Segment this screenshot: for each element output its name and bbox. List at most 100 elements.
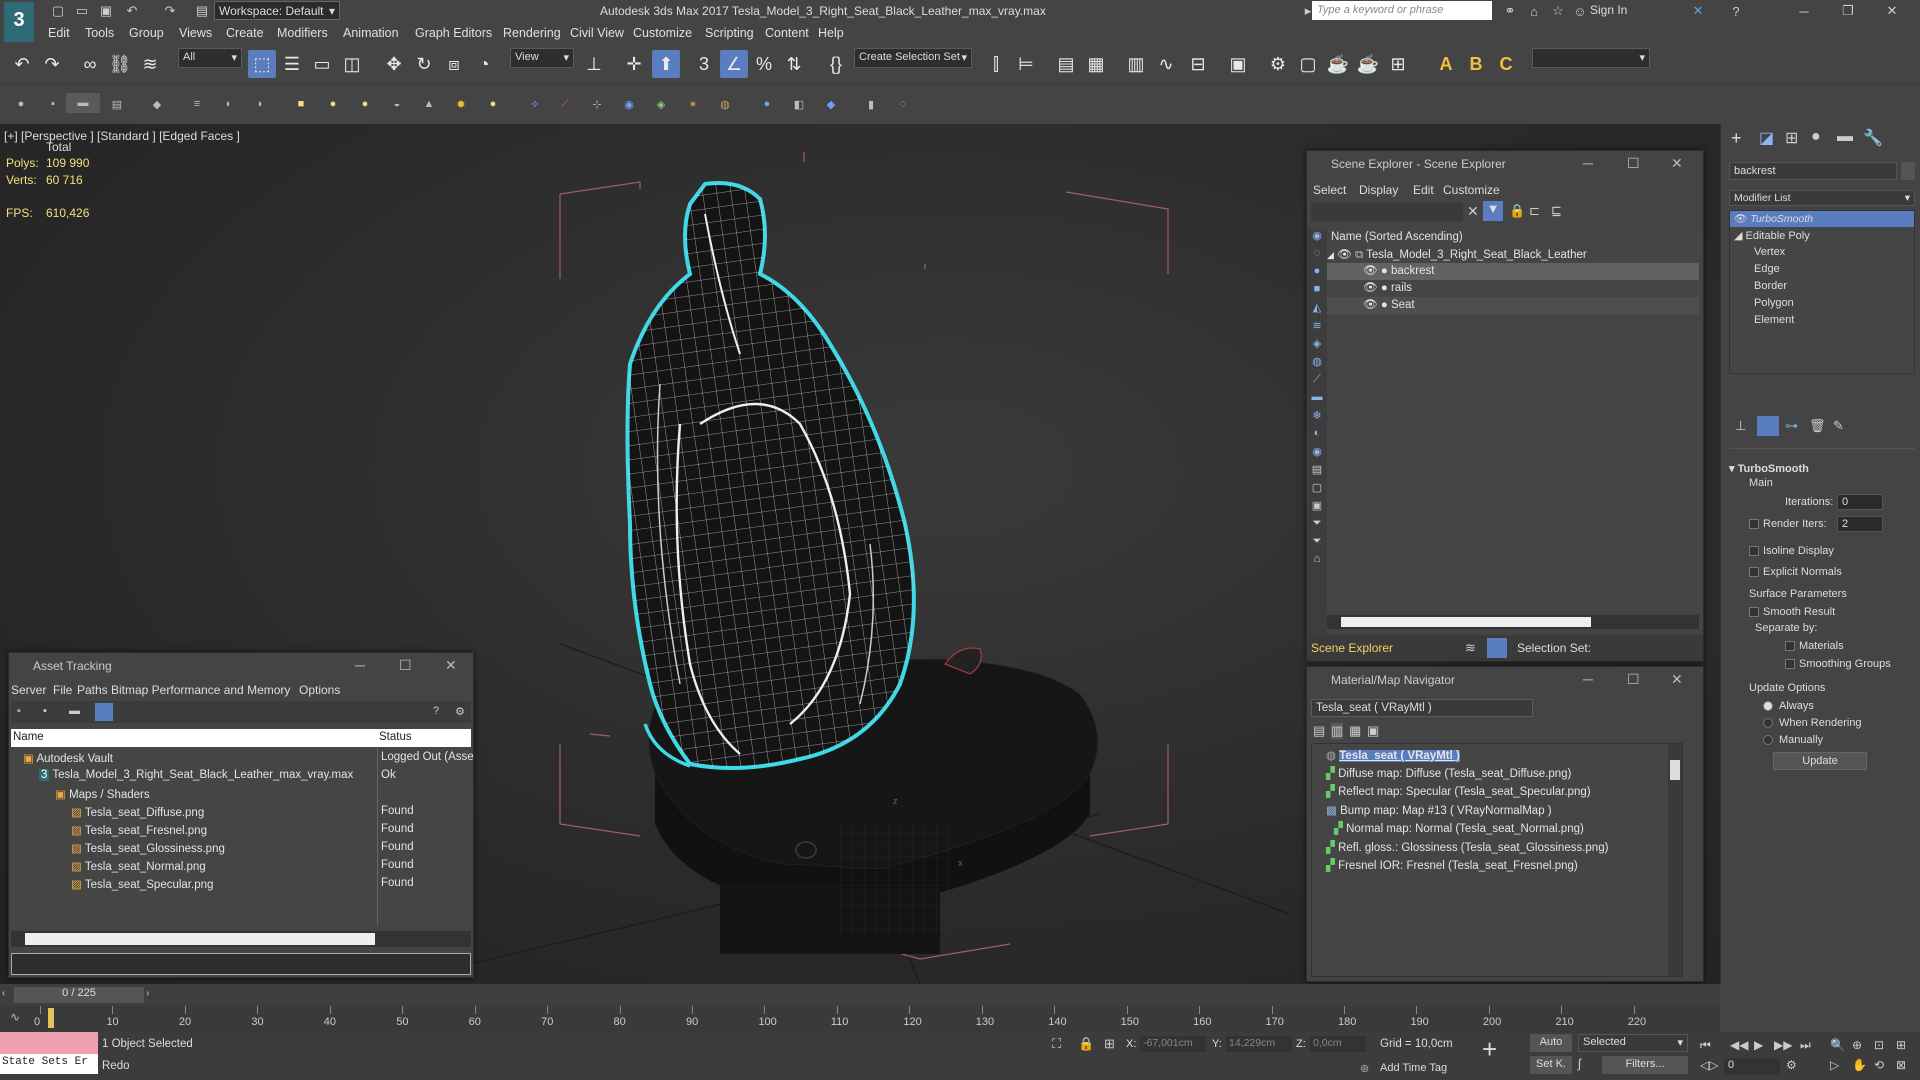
text-tool-c-icon[interactable]: C xyxy=(1492,50,1520,78)
list-view-icon[interactable]: ▤ xyxy=(1313,723,1325,739)
z-coordinate-field[interactable]: 0,0cm xyxy=(1310,1036,1366,1052)
table-view-icon[interactable] xyxy=(95,703,113,721)
time-configuration-icon[interactable]: ⚙ xyxy=(1786,1058,1797,1072)
bind-spacewarp-icon[interactable]: ≋ xyxy=(136,50,164,78)
object-color-swatch[interactable] xyxy=(1901,162,1915,180)
selection-filter-dropdown[interactable]: All ▾ xyxy=(178,48,242,68)
menu-tools[interactable]: Tools xyxy=(85,26,114,40)
time-slider[interactable]: ‹ 0 / 225 › xyxy=(0,984,1720,1006)
scrollbar-thumb[interactable] xyxy=(1341,617,1591,627)
frame-counter[interactable]: 0 / 225 xyxy=(14,987,144,1003)
snaps-toggle-icon[interactable]: 3 xyxy=(690,50,718,78)
horizontal-scrollbar[interactable] xyxy=(1327,615,1699,629)
material-navigator-title[interactable]: Material/Map Navigator xyxy=(1307,667,1703,693)
ribbon-tool-icon[interactable]: ≡ xyxy=(188,95,206,113)
text-tool-b-icon[interactable]: B xyxy=(1462,50,1490,78)
pan-view-icon[interactable]: ✋ xyxy=(1852,1058,1867,1072)
toggle-scene-explorer-icon[interactable]: ▤ xyxy=(1052,50,1080,78)
filter-lights-icon[interactable]: ● xyxy=(1307,265,1327,283)
table-row[interactable]: ▨ Tesla_seat_Fresnel.png xyxy=(71,823,207,837)
materials-checkbox[interactable] xyxy=(1785,641,1795,651)
pin-stack-icon[interactable]: ⊥ xyxy=(1735,418,1746,434)
visibility-eye-icon[interactable]: 👁 xyxy=(1734,213,1747,225)
new-file-icon[interactable]: ▢ xyxy=(48,2,68,20)
menu-help[interactable]: Help xyxy=(818,26,844,40)
key-filter-dropdown[interactable]: Selected ▾ xyxy=(1578,1034,1688,1052)
toggle-layer-explorer-icon[interactable]: ▦ xyxy=(1082,50,1110,78)
sign-in-button[interactable]: Sign In xyxy=(1590,3,1627,17)
add-key-icon[interactable]: + xyxy=(1482,1034,1516,1074)
ribbon-tool-icon[interactable]: ● xyxy=(12,95,30,113)
small-icons-view-icon[interactable]: ▦ xyxy=(1349,723,1361,739)
rendered-frame-window-icon[interactable]: ▢ xyxy=(1294,50,1322,78)
large-icons-view-icon[interactable]: ▣ xyxy=(1367,723,1379,739)
table-row[interactable]: ▨ Tesla_seat_Glossiness.png xyxy=(71,841,225,855)
lock-icon[interactable]: 🔒 xyxy=(1509,203,1525,219)
stack-subobject-edge[interactable]: Edge xyxy=(1754,263,1780,275)
undo-icon[interactable]: ↶ xyxy=(8,50,36,78)
slider-prev-icon[interactable]: ‹ xyxy=(2,988,5,999)
render-setup-icon[interactable]: ⚙ xyxy=(1264,50,1292,78)
maxscript-listener-pink[interactable] xyxy=(0,1032,98,1054)
menu-content[interactable]: Content xyxy=(765,26,809,40)
tree-row-seat[interactable]: 👁 ● Seat xyxy=(1327,297,1699,314)
stack-item-editable-poly[interactable]: ◢ Editable Poly xyxy=(1734,229,1810,242)
mirror-icon[interactable]: ⫿ xyxy=(982,50,1010,78)
maximize-icon[interactable]: ☐ xyxy=(399,657,412,674)
create-tab-icon[interactable]: + xyxy=(1731,128,1742,149)
horizontal-scrollbar[interactable] xyxy=(11,931,471,947)
slider-next-icon[interactable]: › xyxy=(146,988,149,999)
filter-options-icon[interactable]: ⌂ xyxy=(1307,553,1327,571)
go-to-end-icon[interactable]: ⏭ xyxy=(1800,1038,1811,1053)
tree-row-root[interactable]: ◢ 👁 ⧉ Tesla_Model_3_Right_Seat_Black_Lea… xyxy=(1327,247,1699,262)
material-editor-icon[interactable]: ▣ xyxy=(1224,50,1252,78)
filter-all-icon[interactable]: ▤ xyxy=(1307,463,1327,481)
time-tag-icon[interactable]: ⊛ xyxy=(1360,1062,1369,1075)
show-end-result-icon[interactable] xyxy=(1757,416,1779,436)
menu-customize[interactable]: Customize xyxy=(633,26,692,40)
update-button[interactable]: Update xyxy=(1773,752,1867,770)
maximize-icon[interactable]: ☐ xyxy=(1627,155,1640,172)
align-icon[interactable]: ⊨ xyxy=(1012,50,1040,78)
minimize-icon[interactable]: ─ xyxy=(1583,155,1593,171)
text-tool-a-icon[interactable]: A xyxy=(1432,50,1460,78)
filters-button[interactable]: Filters... xyxy=(1602,1056,1688,1074)
zoom-extents-all-icon[interactable]: ⊞ xyxy=(1896,1038,1906,1052)
when-rendering-radio[interactable] xyxy=(1763,718,1773,728)
filter-frozen-icon[interactable]: ❄ xyxy=(1307,409,1327,427)
smooth-result-checkbox[interactable] xyxy=(1749,607,1759,617)
checkout-icon[interactable]: ▪ xyxy=(43,705,47,717)
column-header-name[interactable]: Name (Sorted Ascending) xyxy=(1331,231,1463,243)
ribbon-tool-icon[interactable]: ■ xyxy=(292,95,310,113)
minimize-icon[interactable]: ─ xyxy=(1583,671,1593,687)
filter-visible-icon[interactable]: ◉ xyxy=(1307,445,1327,463)
binoculars-icon[interactable]: ⚭ xyxy=(1500,2,1520,20)
zoom-icon[interactable]: 🔍 xyxy=(1830,1038,1845,1052)
ribbon-tool-icon[interactable]: ◆ xyxy=(822,95,840,113)
curve-editor-mini-icon[interactable]: ∿ xyxy=(10,1010,20,1024)
minimize-icon[interactable]: ─ xyxy=(355,657,365,673)
menu-rendering[interactable]: Rendering xyxy=(503,26,561,40)
search-input[interactable]: Type a keyword or phrase xyxy=(1312,1,1492,20)
menu-bitmap-performance[interactable]: Bitmap Performance and Memory xyxy=(111,683,290,697)
motion-tab-icon[interactable]: ● xyxy=(1811,128,1821,146)
filter-hidden-icon[interactable]: ◐ xyxy=(1307,427,1327,445)
column-header-name[interactable]: Name xyxy=(13,731,44,743)
app-logo-icon[interactable]: 3 xyxy=(4,2,34,42)
tree-row-rails[interactable]: 👁 ● rails xyxy=(1327,280,1699,297)
go-to-start-icon[interactable]: ⏮ xyxy=(1700,1038,1711,1053)
next-frame-icon[interactable]: ▶▶ xyxy=(1774,1038,1792,1052)
stack-item-turbosmooth[interactable]: 👁 TurboSmooth xyxy=(1730,211,1914,227)
current-frame-field[interactable]: 0 xyxy=(1724,1058,1780,1074)
map-row[interactable]: ▞ Fresnel IOR: Fresnel (Tesla_seat_Fresn… xyxy=(1326,858,1578,872)
ribbon-tool-icon[interactable]: ● xyxy=(484,95,502,113)
menu-display[interactable]: Display xyxy=(1359,183,1398,197)
render-in-cloud-icon[interactable]: ⊞ xyxy=(1384,50,1412,78)
rollout-header-turbosmooth[interactable]: ▾ TurboSmooth xyxy=(1729,462,1809,475)
ribbon-tool-icon[interactable]: ✹ xyxy=(452,95,470,113)
stack-subobject-polygon[interactable]: Polygon xyxy=(1754,297,1794,309)
place-icon[interactable]: ◔ xyxy=(470,50,498,78)
stack-subobject-element[interactable]: Element xyxy=(1754,314,1794,326)
open-file-icon[interactable]: ▭ xyxy=(72,2,92,20)
pivot-center-icon[interactable]: ⊥ xyxy=(580,50,608,78)
